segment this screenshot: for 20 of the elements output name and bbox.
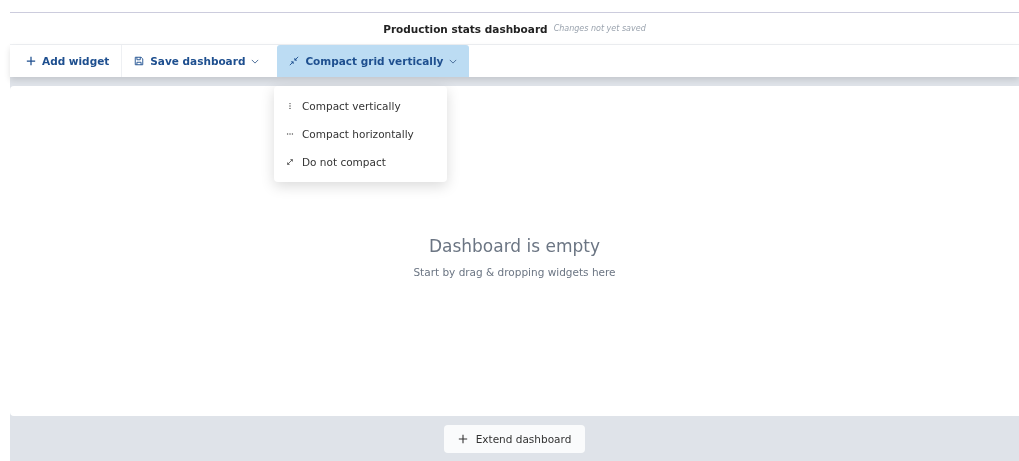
caret-icon [449, 58, 458, 64]
horizontal-dots-icon [286, 130, 294, 138]
save-icon [134, 56, 145, 66]
dashboard-title: Production stats dashboard [383, 22, 548, 35]
plus-icon [26, 56, 36, 66]
compact-grid-button[interactable]: Compact grid vertically [277, 45, 470, 77]
caret-icon [251, 58, 260, 64]
expand-arrows-icon [286, 158, 294, 166]
menu-item[interactable]: Compact horizontally [274, 120, 447, 148]
plus-icon [457, 434, 468, 444]
empty-hint: Start by drag & dropping widgets here [413, 266, 616, 278]
save-dashboard-button[interactable]: Save dashboard [122, 45, 272, 77]
compress-arrows-icon [289, 56, 300, 66]
empty-title: Dashboard is empty [428, 236, 601, 256]
extend-dashboard-button[interactable]: Extend dashboard [443, 425, 586, 453]
menu-item[interactable]: Do not compact [274, 148, 447, 176]
menu-item[interactable]: Compact vertically [274, 92, 447, 120]
vertical-dots-icon [286, 102, 294, 110]
add-widget-button[interactable]: Add widget [14, 45, 122, 77]
save-status: Changes not yet saved [553, 24, 646, 33]
